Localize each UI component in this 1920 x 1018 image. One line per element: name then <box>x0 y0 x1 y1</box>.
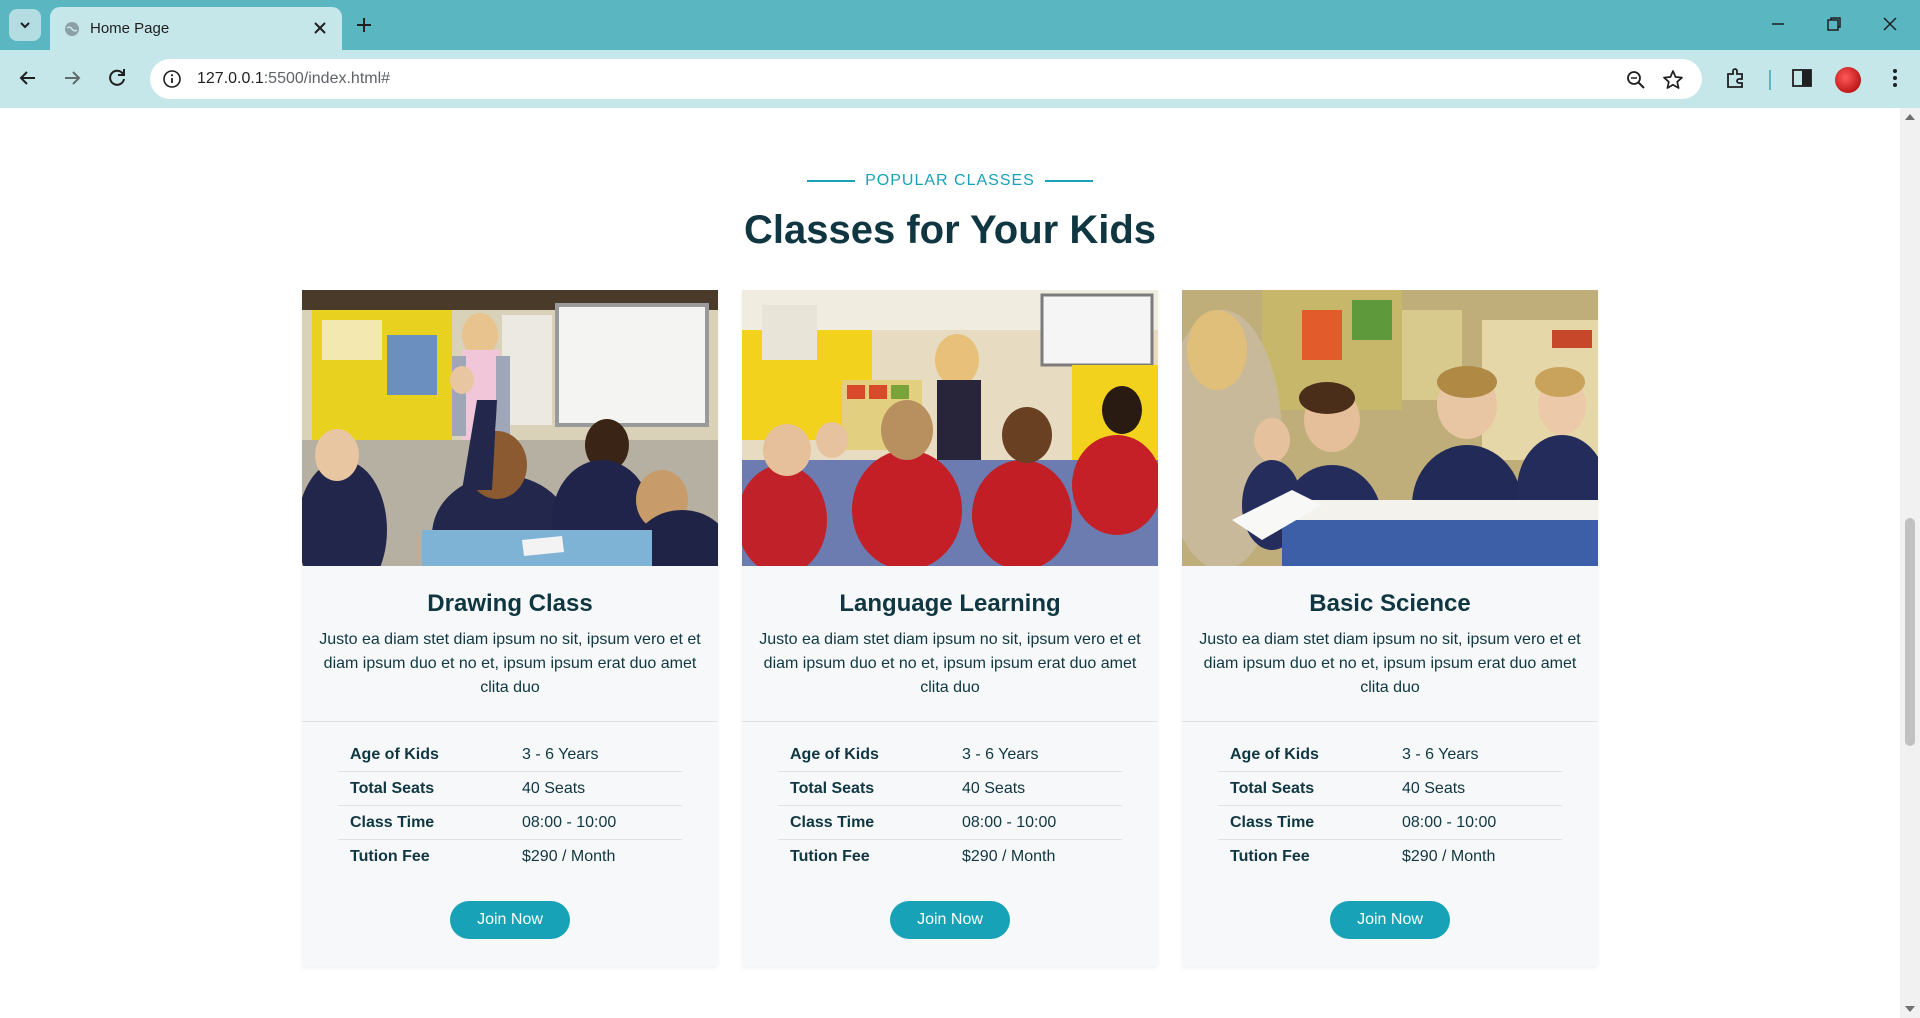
class-card-language: Language Learning Justo ea diam stet dia… <box>742 290 1158 966</box>
class-title: Language Learning <box>839 590 1061 617</box>
url-text[interactable]: 127.0.0.1:5500/index.html# <box>197 70 390 88</box>
info-label: Total Seats <box>1218 771 1390 806</box>
scrollbar-thumb[interactable] <box>1905 518 1915 746</box>
info-value: 3 - 6 Years <box>950 738 1122 772</box>
more-menu-icon[interactable] <box>1883 66 1907 90</box>
site-info-icon[interactable] <box>162 69 182 89</box>
chevron-down-icon <box>20 22 30 29</box>
forward-arrow-icon[interactable] <box>60 66 84 90</box>
info-value: 08:00 - 10:00 <box>950 805 1122 840</box>
info-value: 08:00 - 10:00 <box>1390 805 1562 840</box>
vertical-scrollbar[interactable] <box>1900 108 1920 1018</box>
browser-tab-strip: Home Page <box>0 0 1920 50</box>
tag-line-left <box>807 179 856 182</box>
info-label: Total Seats <box>778 771 950 806</box>
restore-icon[interactable] <box>1824 14 1844 34</box>
class-description: Justo ea diam stet diam ipsum no sit, ip… <box>319 631 701 696</box>
section-tag: POPULAR CLASSES <box>0 172 1900 190</box>
table-row: Tution Fee $290 / Month <box>338 840 682 874</box>
info-value: 3 - 6 Years <box>510 738 682 772</box>
info-label: Tution Fee <box>350 847 430 865</box>
table-row: Total Seats 40 Seats <box>338 771 682 806</box>
classroom-photo-image <box>302 290 718 566</box>
class-description: Justo ea diam stet diam ipsum no sit, ip… <box>1199 631 1581 696</box>
join-now-button[interactable]: Join Now <box>890 901 1010 939</box>
table-row: Age of Kids 3 - 6 Years <box>338 738 682 772</box>
info-value: $290 / Month <box>522 847 616 865</box>
tab-search-button[interactable] <box>9 9 41 41</box>
table-row: Total Seats 40 Seats <box>778 771 1122 806</box>
info-label: Tution Fee <box>1230 847 1310 865</box>
class-card-science: Basic Science Justo ea diam stet diam ip… <box>1182 290 1598 966</box>
close-window-icon[interactable] <box>1880 14 1900 34</box>
classroom-photo-image <box>742 290 1158 566</box>
tag-line-right <box>1044 179 1093 182</box>
info-label: Total Seats <box>338 771 510 806</box>
page-viewport: POPULAR CLASSES Classes for Your Kids Dr… <box>0 108 1920 1018</box>
scroll-down-arrow-icon[interactable] <box>1905 1006 1915 1012</box>
info-value: 40 Seats <box>950 771 1122 806</box>
class-image-drawing <box>302 290 718 566</box>
browser-tab-active[interactable]: Home Page <box>50 7 342 50</box>
table-row: Class Time 08:00 - 10:00 <box>778 805 1122 840</box>
url-host: 127.0.0.1 <box>197 70 264 87</box>
extensions-icon[interactable] <box>1724 66 1748 90</box>
class-card-drawing: Drawing Class Justo ea diam stet diam ip… <box>302 290 718 966</box>
info-value: 08:00 - 10:00 <box>510 805 682 840</box>
table-row: Class Time 08:00 - 10:00 <box>1218 805 1562 840</box>
side-panel-icon[interactable] <box>1790 66 1814 90</box>
table-row: Class Time 08:00 - 10:00 <box>338 805 682 840</box>
address-bar[interactable]: 127.0.0.1:5500/index.html# <box>150 59 1702 99</box>
close-tab-icon[interactable] <box>310 18 330 38</box>
card-divider <box>302 721 718 722</box>
card-divider <box>1182 721 1598 722</box>
class-title: Basic Science <box>1309 590 1471 617</box>
info-value: 40 Seats <box>1390 771 1562 806</box>
class-info-table: Age of Kids 3 - 6 Years Total Seats 40 Sea… <box>338 738 682 873</box>
info-label: Class Time <box>778 805 950 840</box>
tab-title: Home Page <box>90 20 170 37</box>
join-now-button[interactable]: Join Now <box>450 901 570 939</box>
toolbar-divider <box>1769 70 1771 90</box>
bookmark-star-icon[interactable] <box>1662 69 1684 91</box>
profile-avatar[interactable] <box>1835 67 1861 93</box>
zoom-icon[interactable] <box>1626 70 1646 90</box>
table-row: Total Seats 40 Seats <box>1218 771 1562 806</box>
info-label: Class Time <box>1218 805 1390 840</box>
class-description: Justo ea diam stet diam ipsum no sit, ip… <box>759 631 1141 696</box>
info-label: Age of Kids <box>338 738 510 772</box>
globe-icon <box>65 22 79 36</box>
class-title: Drawing Class <box>427 590 593 617</box>
info-label: Tution Fee <box>790 847 870 865</box>
info-value: 40 Seats <box>510 771 682 806</box>
info-value: $290 / Month <box>962 847 1056 865</box>
class-image-language <box>742 290 1158 566</box>
class-image-science <box>1182 290 1598 566</box>
section-title: Classes for Your Kids <box>744 208 1156 252</box>
table-row: Tution Fee $290 / Month <box>1218 840 1562 874</box>
new-tab-icon[interactable] <box>352 13 376 37</box>
class-info-table: Age of Kids 3 - 6 Years Total Seats 40 Sea… <box>1218 738 1562 873</box>
minimize-icon[interactable] <box>1768 14 1788 34</box>
section-tag-text: POPULAR CLASSES <box>865 172 1035 189</box>
table-row: Age of Kids 3 - 6 Years <box>778 738 1122 772</box>
info-label: Age of Kids <box>1218 738 1390 772</box>
reload-icon[interactable] <box>105 66 129 90</box>
table-row: Age of Kids 3 - 6 Years <box>1218 738 1562 772</box>
scroll-up-arrow-icon[interactable] <box>1905 114 1915 120</box>
class-info-table: Age of Kids 3 - 6 Years Total Seats 40 Sea… <box>778 738 1122 873</box>
url-path: :5500/index.html# <box>263 70 391 87</box>
info-label: Age of Kids <box>778 738 950 772</box>
info-label: Class Time <box>338 805 510 840</box>
card-divider <box>742 721 1158 722</box>
back-arrow-icon[interactable] <box>16 66 40 90</box>
table-row: Tution Fee $290 / Month <box>778 840 1122 874</box>
info-value: 3 - 6 Years <box>1390 738 1562 772</box>
classroom-photo-image <box>1182 290 1598 566</box>
info-value: $290 / Month <box>1402 847 1496 865</box>
browser-toolbar: 127.0.0.1:5500/index.html# <box>0 50 1920 108</box>
join-now-button[interactable]: Join Now <box>1330 901 1450 939</box>
